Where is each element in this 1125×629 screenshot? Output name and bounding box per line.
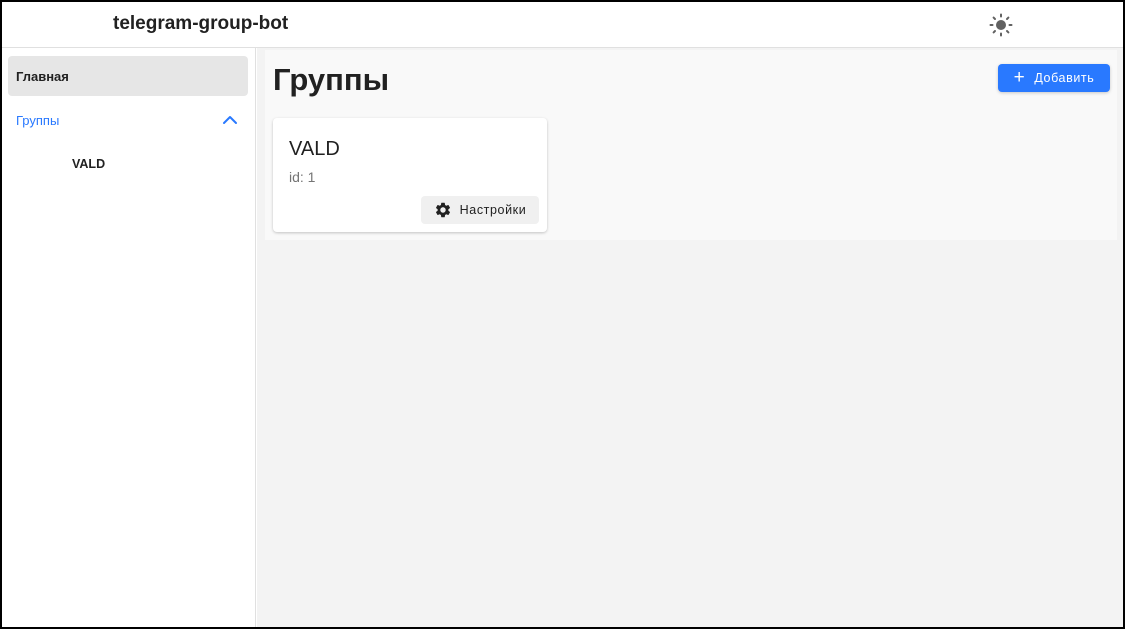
theme-toggle-button[interactable] <box>986 10 1016 40</box>
sidebar-item-groups[interactable]: Группы <box>8 100 248 140</box>
group-id: id: 1 <box>289 169 316 185</box>
sun-icon <box>989 13 1013 37</box>
sidebar-item-label: Группы <box>16 112 60 128</box>
gear-icon <box>435 202 450 218</box>
app-title: telegram-group-bot <box>113 13 289 34</box>
group-name: VALD <box>289 138 340 160</box>
sidebar-item-home[interactable]: Главная <box>8 56 248 96</box>
sidebar-item-label: VALD <box>72 157 106 171</box>
groups-panel: Группы + Добавить VALD id: 1 Настройки <box>265 50 1117 240</box>
page-title: Группы <box>273 62 390 97</box>
sidebar-item-label: Главная <box>16 68 69 84</box>
plus-icon: + <box>1013 66 1026 88</box>
main-content: Группы + Добавить VALD id: 1 Настройки <box>257 48 1123 627</box>
group-card: VALD id: 1 Настройки <box>273 118 547 232</box>
add-group-button[interactable]: + Добавить <box>998 64 1110 92</box>
settings-button-label: Настройки <box>459 203 527 217</box>
sidebar-subitem-vald[interactable]: VALD <box>8 144 248 184</box>
chevron-up-icon[interactable] <box>222 113 238 127</box>
app-window: telegram-group-bot Главная Группы VALD Г… <box>0 0 1125 629</box>
sidebar: Главная Группы VALD <box>2 48 256 627</box>
top-app-bar: telegram-group-bot <box>2 2 1123 48</box>
group-settings-button[interactable]: Настройки <box>421 196 539 224</box>
add-button-label: Добавить <box>1034 71 1095 85</box>
